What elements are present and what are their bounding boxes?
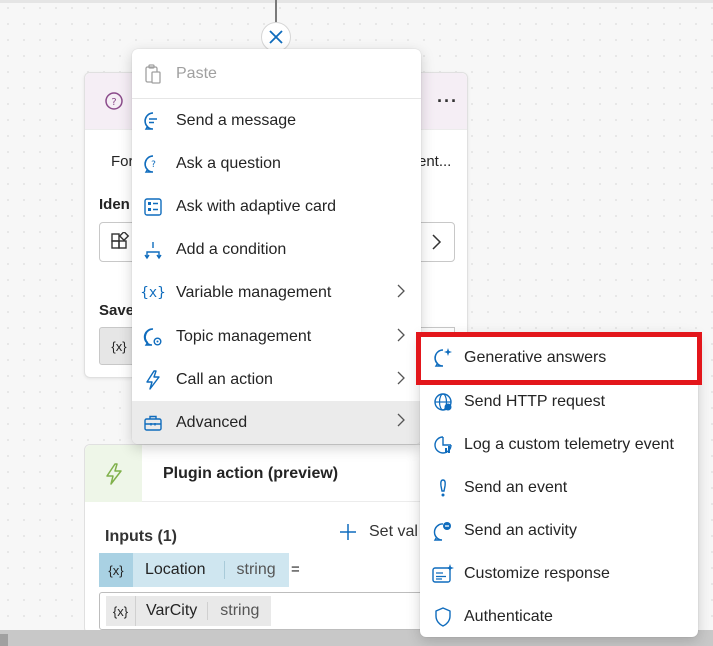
question-text-end: ent... xyxy=(418,153,452,170)
parameter-type: string xyxy=(223,561,276,579)
lightning-icon xyxy=(142,369,164,391)
question-bubble-icon: ? xyxy=(142,153,164,175)
menu-item-label: Variable management xyxy=(176,284,332,301)
submenu-item-send-event[interactable]: Send an event xyxy=(420,468,698,508)
chevron-right-icon xyxy=(396,283,406,304)
value-variable-pill[interactable]: {x} VarCity string xyxy=(106,596,272,626)
scrollbar-thumb[interactable] xyxy=(0,634,8,646)
text-sparkle-icon xyxy=(432,563,454,585)
plugin-icon-box xyxy=(85,445,142,502)
menu-item-ask-adaptive-card[interactable]: Ask with adaptive card xyxy=(132,187,421,227)
submenu-item-label: Log a custom telemetry event xyxy=(464,436,674,453)
topic-gear-icon xyxy=(142,326,164,348)
menu-item-label: Send a message xyxy=(176,112,297,129)
chat-icon xyxy=(142,110,164,132)
menu-item-label: Add a condition xyxy=(176,241,287,258)
set-value-label: Set val xyxy=(369,523,418,540)
chevron-right-icon xyxy=(396,327,406,348)
chart-clock-icon xyxy=(432,434,454,456)
menu-divider xyxy=(132,98,421,99)
menu-item-variable-management[interactable]: {x} Variable management xyxy=(132,273,421,313)
menu-item-advanced[interactable]: Advanced xyxy=(132,401,421,444)
add-node-menu: Paste Send a message ? Ask a question As… xyxy=(132,49,421,444)
close-icon xyxy=(269,30,283,44)
more-horizontal-icon[interactable]: ··· xyxy=(437,91,458,112)
card-icon xyxy=(142,196,164,218)
identify-label: Iden xyxy=(99,196,130,213)
set-value-button[interactable]: Set val xyxy=(339,523,418,541)
shield-icon xyxy=(432,606,454,628)
submenu-item-authenticate[interactable]: Authenticate xyxy=(420,597,698,637)
submenu-item-customize-response[interactable]: Customize response xyxy=(420,554,698,594)
parameter-value-field[interactable]: {x} VarCity string xyxy=(99,592,439,630)
toolbox-icon xyxy=(142,412,164,434)
chevron-right-icon xyxy=(396,412,406,433)
branch-icon xyxy=(142,239,164,261)
value-variable-name: VarCity xyxy=(146,602,198,619)
variable-token: {x} xyxy=(99,553,133,587)
globe-icon xyxy=(432,391,454,413)
inputs-label: Inputs (1) xyxy=(105,528,177,545)
menu-item-label: Call an action xyxy=(176,371,273,388)
submenu-item-send-activity[interactable]: Send an activity xyxy=(420,511,698,551)
annotation-highlight-box xyxy=(416,332,702,385)
menu-item-label: Paste xyxy=(176,65,217,82)
input-parameter: {x} Location string xyxy=(99,553,289,587)
value-variable-type: string xyxy=(207,602,271,620)
submenu-item-send-http-request[interactable]: Send HTTP request xyxy=(420,382,698,422)
menu-item-call-action[interactable]: Call an action xyxy=(132,360,421,400)
submenu-item-label: Customize response xyxy=(464,565,610,582)
chevron-right-icon xyxy=(430,233,442,256)
submenu-item-log-telemetry[interactable]: Log a custom telemetry event xyxy=(420,425,698,465)
menu-item-topic-management[interactable]: Topic management xyxy=(132,317,421,357)
exclamation-icon xyxy=(432,477,454,499)
plugin-action-header: Plugin action (preview) xyxy=(85,445,467,502)
menu-item-add-condition[interactable]: Add a condition xyxy=(132,230,421,270)
menu-item-paste[interactable]: Paste xyxy=(132,54,421,94)
svg-text:?: ? xyxy=(151,160,156,170)
menu-item-label: Advanced xyxy=(176,413,248,431)
lightning-icon xyxy=(105,462,122,485)
activity-bubble-icon xyxy=(432,520,454,542)
menu-item-label: Ask a question xyxy=(176,155,281,172)
question-bubble-icon: ? xyxy=(103,91,125,118)
svg-text:?: ? xyxy=(111,97,116,108)
submenu-item-label: Send HTTP request xyxy=(464,393,606,410)
submenu-item-label: Authenticate xyxy=(464,608,553,625)
question-text: For xyxy=(111,153,134,170)
submenu-item-label: Send an event xyxy=(464,479,568,496)
parameter-name: Location xyxy=(145,561,206,578)
chevron-right-icon xyxy=(396,370,406,391)
menu-item-send-message[interactable]: Send a message xyxy=(132,101,421,141)
menu-item-label: Ask with adaptive card xyxy=(176,198,337,215)
top-divider xyxy=(0,0,713,3)
plugin-action-title: Plugin action (preview) xyxy=(163,465,339,482)
clipboard-icon xyxy=(142,63,164,85)
plus-icon xyxy=(340,524,356,540)
save-response-label: Save xyxy=(99,302,135,319)
submenu-item-label: Send an activity xyxy=(464,522,577,539)
plugin-action-card[interactable]: Plugin action (preview) Inputs (1) Set v… xyxy=(84,444,468,634)
variable-icon: {x} xyxy=(140,285,166,301)
variable-token: {x} xyxy=(106,596,136,626)
entity-icon xyxy=(110,230,130,257)
menu-item-ask-question[interactable]: ? Ask a question xyxy=(132,144,421,184)
equals-sign: = xyxy=(291,561,300,578)
close-add-node-button[interactable] xyxy=(261,22,291,52)
menu-item-label: Topic management xyxy=(176,328,312,345)
